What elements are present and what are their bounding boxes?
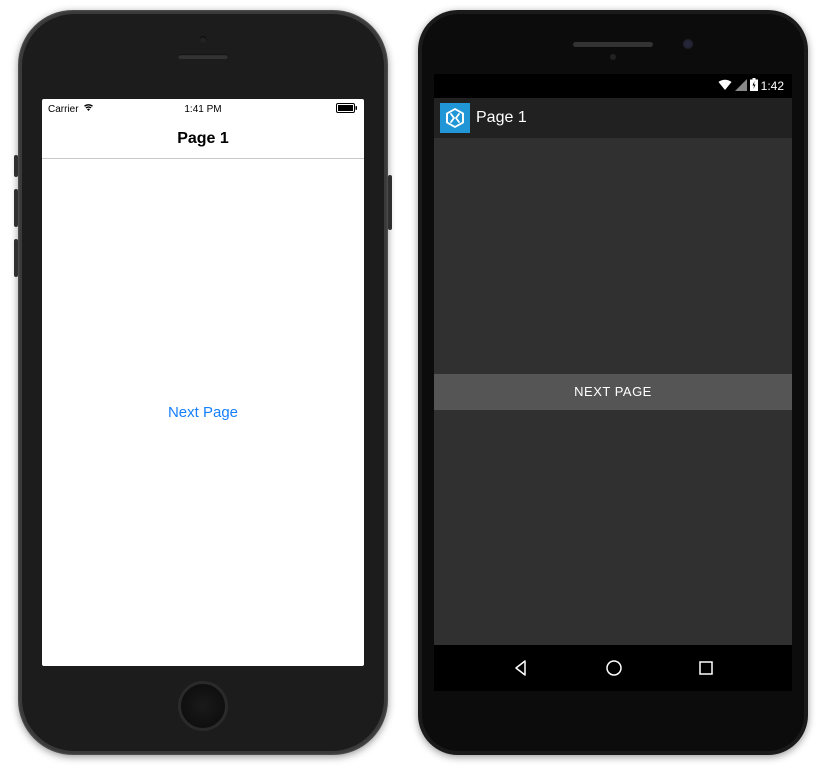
signal-icon xyxy=(735,79,747,94)
next-page-button[interactable]: NEXT PAGE xyxy=(434,374,792,410)
ios-status-left: Carrier xyxy=(48,103,94,115)
ios-bezel: Carrier 1:41 PM Page 1 Next Page xyxy=(22,14,384,751)
ios-power-button xyxy=(388,175,392,230)
android-sensor xyxy=(610,54,616,60)
android-action-bar: Page 1 xyxy=(434,98,792,138)
android-status-bar: 1:42 xyxy=(434,74,792,98)
recents-button[interactable] xyxy=(697,659,715,677)
ios-volume-buttons xyxy=(14,155,18,289)
android-earpiece xyxy=(573,42,653,47)
ios-device-frame: Carrier 1:41 PM Page 1 Next Page xyxy=(18,10,388,755)
android-navigation-bar xyxy=(434,645,792,691)
battery-icon xyxy=(750,78,758,94)
android-page-content: NEXT PAGE xyxy=(434,138,792,645)
ios-front-camera xyxy=(200,36,207,43)
page-title: Page 1 xyxy=(476,109,527,127)
back-button[interactable] xyxy=(511,658,531,678)
ios-volume-up xyxy=(14,189,18,227)
android-front-camera xyxy=(683,39,693,49)
ios-home-button[interactable] xyxy=(178,681,228,731)
android-device-frame: 1:42 Page 1 NEXT PAGE xyxy=(418,10,808,755)
ios-page-content: Next Page xyxy=(42,159,364,666)
wifi-icon xyxy=(83,103,94,115)
ios-screen: Carrier 1:41 PM Page 1 Next Page xyxy=(42,99,364,666)
carrier-label: Carrier xyxy=(48,104,79,115)
ios-navigation-bar: Page 1 xyxy=(42,119,364,159)
ios-earpiece xyxy=(178,54,228,59)
wifi-icon xyxy=(718,79,732,94)
page-title: Page 1 xyxy=(177,130,229,148)
ios-status-right xyxy=(336,103,358,116)
next-page-button[interactable]: Next Page xyxy=(168,404,238,421)
android-screen: 1:42 Page 1 NEXT PAGE xyxy=(434,74,792,691)
battery-icon xyxy=(336,105,358,116)
ios-volume-down xyxy=(14,239,18,277)
ios-status-bar: Carrier 1:41 PM xyxy=(42,99,364,119)
ios-mute-switch xyxy=(14,155,18,177)
time-label: 1:41 PM xyxy=(184,104,221,115)
home-button[interactable] xyxy=(604,658,624,678)
app-icon xyxy=(440,103,470,133)
time-label: 1:42 xyxy=(761,79,784,93)
android-bezel: 1:42 Page 1 NEXT PAGE xyxy=(422,14,804,751)
